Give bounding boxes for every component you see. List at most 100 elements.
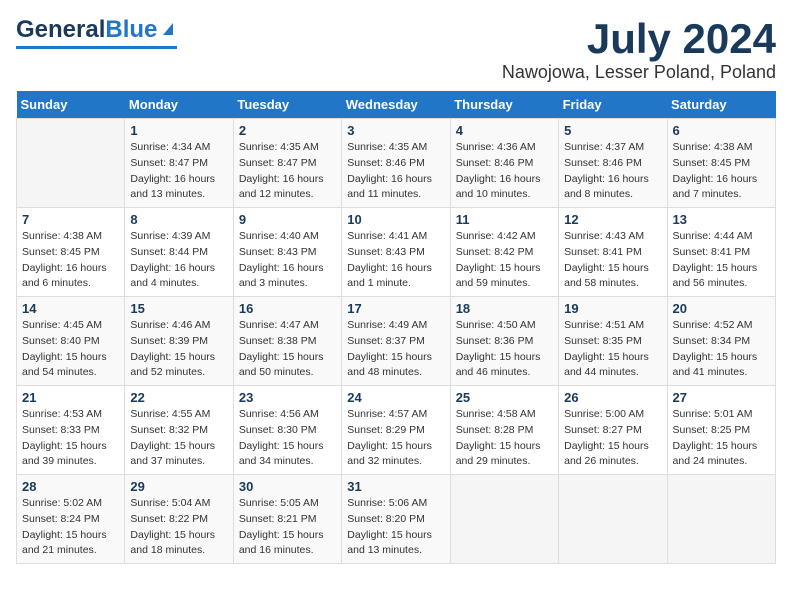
- day-cell: [667, 475, 775, 564]
- week-row-3: 14Sunrise: 4:45 AMSunset: 8:40 PMDayligh…: [17, 297, 776, 386]
- day-cell: 9 Sunrise: 4:40 AMSunset: 8:43 PMDaylight…: [233, 208, 341, 297]
- day-cell: 24 Sunrise: 4:57 AMSunset: 8:29 PMDayligh…: [342, 386, 450, 475]
- calendar-table: SundayMondayTuesdayWednesdayThursdayFrid…: [16, 91, 776, 564]
- main-title: July 2024: [502, 16, 776, 62]
- logo: General Blue: [16, 16, 177, 49]
- day-cell: 16Sunrise: 4:47 AMSunset: 8:38 PMDayligh…: [233, 297, 341, 386]
- day-number: 27: [673, 390, 770, 405]
- day-info: Sunrise: 5:00 AMSunset: 8:27 PMDaylight:…: [564, 407, 661, 470]
- day-number: 12: [564, 212, 661, 227]
- day-number: 2: [239, 123, 336, 138]
- day-info: Sunrise: 4:39 AMSunset: 8:44 PMDaylight:…: [130, 229, 227, 292]
- day-cell: 22 Sunrise: 4:55 AMSunset: 8:32 PMDayligh…: [125, 386, 233, 475]
- day-cell: 5 Sunrise: 4:37 AMSunset: 8:46 PMDaylight…: [559, 119, 667, 208]
- day-info: Sunrise: 5:05 AMSunset: 8:21 PMDaylight:…: [239, 496, 336, 559]
- header-cell-wednesday: Wednesday: [342, 91, 450, 119]
- day-info: Sunrise: 4:37 AMSunset: 8:46 PMDaylight:…: [564, 140, 661, 203]
- day-info: Sunrise: 4:58 AMSunset: 8:28 PMDaylight:…: [456, 407, 553, 470]
- day-cell: 27Sunrise: 5:01 AMSunset: 8:25 PMDayligh…: [667, 386, 775, 475]
- day-info: Sunrise: 4:50 AMSunset: 8:36 PMDaylight:…: [456, 318, 553, 381]
- header-cell-thursday: Thursday: [450, 91, 558, 119]
- day-info: Sunrise: 5:04 AMSunset: 8:22 PMDaylight:…: [130, 496, 227, 559]
- day-info: Sunrise: 4:55 AMSunset: 8:32 PMDaylight:…: [130, 407, 227, 470]
- day-number: 17: [347, 301, 444, 316]
- week-row-4: 21Sunrise: 4:53 AMSunset: 8:33 PMDayligh…: [17, 386, 776, 475]
- day-cell: 28Sunrise: 5:02 AMSunset: 8:24 PMDayligh…: [17, 475, 125, 564]
- day-info: Sunrise: 4:42 AMSunset: 8:42 PMDaylight:…: [456, 229, 553, 292]
- day-number: 25: [456, 390, 553, 405]
- day-number: 6: [673, 123, 770, 138]
- day-number: 22: [130, 390, 227, 405]
- day-number: 29: [130, 479, 227, 494]
- day-number: 30: [239, 479, 336, 494]
- calendar-header: SundayMondayTuesdayWednesdayThursdayFrid…: [17, 91, 776, 119]
- day-cell: 11Sunrise: 4:42 AMSunset: 8:42 PMDayligh…: [450, 208, 558, 297]
- week-row-1: 1 Sunrise: 4:34 AMSunset: 8:47 PMDaylight…: [17, 119, 776, 208]
- logo-triangle-icon: [159, 19, 177, 37]
- day-info: Sunrise: 4:34 AMSunset: 8:47 PMDaylight:…: [130, 140, 227, 203]
- day-info: Sunrise: 4:53 AMSunset: 8:33 PMDaylight:…: [22, 407, 119, 470]
- day-info: Sunrise: 5:06 AMSunset: 8:20 PMDaylight:…: [347, 496, 444, 559]
- day-info: Sunrise: 4:44 AMSunset: 8:41 PMDaylight:…: [673, 229, 770, 292]
- day-number: 9: [239, 212, 336, 227]
- day-info: Sunrise: 4:49 AMSunset: 8:37 PMDaylight:…: [347, 318, 444, 381]
- header-cell-saturday: Saturday: [667, 91, 775, 119]
- day-info: Sunrise: 4:36 AMSunset: 8:46 PMDaylight:…: [456, 140, 553, 203]
- day-cell: 2 Sunrise: 4:35 AMSunset: 8:47 PMDaylight…: [233, 119, 341, 208]
- day-cell: [559, 475, 667, 564]
- day-cell: 18Sunrise: 4:50 AMSunset: 8:36 PMDayligh…: [450, 297, 558, 386]
- day-cell: [450, 475, 558, 564]
- day-cell: 25 Sunrise: 4:58 AMSunset: 8:28 PMDayligh…: [450, 386, 558, 475]
- day-number: 4: [456, 123, 553, 138]
- calendar-body: 1 Sunrise: 4:34 AMSunset: 8:47 PMDaylight…: [17, 119, 776, 564]
- day-cell: 26Sunrise: 5:00 AMSunset: 8:27 PMDayligh…: [559, 386, 667, 475]
- page-header: General Blue July 2024 Nawojowa, Lesser …: [16, 16, 776, 83]
- day-number: 24: [347, 390, 444, 405]
- week-row-5: 28Sunrise: 5:02 AMSunset: 8:24 PMDayligh…: [17, 475, 776, 564]
- day-number: 1: [130, 123, 227, 138]
- day-info: Sunrise: 4:52 AMSunset: 8:34 PMDaylight:…: [673, 318, 770, 381]
- day-info: Sunrise: 4:38 AMSunset: 8:45 PMDaylight:…: [673, 140, 770, 203]
- day-number: 20: [673, 301, 770, 316]
- header-cell-sunday: Sunday: [17, 91, 125, 119]
- day-info: Sunrise: 4:35 AMSunset: 8:47 PMDaylight:…: [239, 140, 336, 203]
- day-cell: 12Sunrise: 4:43 AMSunset: 8:41 PMDayligh…: [559, 208, 667, 297]
- day-cell: 4 Sunrise: 4:36 AMSunset: 8:46 PMDaylight…: [450, 119, 558, 208]
- day-number: 5: [564, 123, 661, 138]
- day-info: Sunrise: 5:02 AMSunset: 8:24 PMDaylight:…: [22, 496, 119, 559]
- day-cell: 17 Sunrise: 4:49 AMSunset: 8:37 PMDayligh…: [342, 297, 450, 386]
- header-cell-friday: Friday: [559, 91, 667, 119]
- day-number: 19: [564, 301, 661, 316]
- day-cell: 13Sunrise: 4:44 AMSunset: 8:41 PMDayligh…: [667, 208, 775, 297]
- day-cell: 14Sunrise: 4:45 AMSunset: 8:40 PMDayligh…: [17, 297, 125, 386]
- day-cell: 3Sunrise: 4:35 AMSunset: 8:46 PMDaylight…: [342, 119, 450, 208]
- day-cell: 10 Sunrise: 4:41 AMSunset: 8:43 PMDayligh…: [342, 208, 450, 297]
- day-info: Sunrise: 4:41 AMSunset: 8:43 PMDaylight:…: [347, 229, 444, 292]
- header-cell-tuesday: Tuesday: [233, 91, 341, 119]
- day-number: 31: [347, 479, 444, 494]
- day-info: Sunrise: 4:45 AMSunset: 8:40 PMDaylight:…: [22, 318, 119, 381]
- header-row: SundayMondayTuesdayWednesdayThursdayFrid…: [17, 91, 776, 119]
- day-cell: 29 Sunrise: 5:04 AMSunset: 8:22 PMDayligh…: [125, 475, 233, 564]
- day-info: Sunrise: 4:47 AMSunset: 8:38 PMDaylight:…: [239, 318, 336, 381]
- day-info: Sunrise: 4:56 AMSunset: 8:30 PMDaylight:…: [239, 407, 336, 470]
- day-number: 8: [130, 212, 227, 227]
- day-number: 3: [347, 123, 444, 138]
- day-info: Sunrise: 4:38 AMSunset: 8:45 PMDaylight:…: [22, 229, 119, 292]
- day-cell: [17, 119, 125, 208]
- title-block: July 2024 Nawojowa, Lesser Poland, Polan…: [502, 16, 776, 83]
- day-cell: 21Sunrise: 4:53 AMSunset: 8:33 PMDayligh…: [17, 386, 125, 475]
- day-number: 23: [239, 390, 336, 405]
- header-cell-monday: Monday: [125, 91, 233, 119]
- day-cell: 19Sunrise: 4:51 AMSunset: 8:35 PMDayligh…: [559, 297, 667, 386]
- day-info: Sunrise: 4:40 AMSunset: 8:43 PMDaylight:…: [239, 229, 336, 292]
- subtitle: Nawojowa, Lesser Poland, Poland: [502, 62, 776, 83]
- day-info: Sunrise: 4:57 AMSunset: 8:29 PMDaylight:…: [347, 407, 444, 470]
- day-cell: 7Sunrise: 4:38 AMSunset: 8:45 PMDaylight…: [17, 208, 125, 297]
- logo-general: General: [16, 16, 105, 44]
- day-cell: 30 Sunrise: 5:05 AMSunset: 8:21 PMDayligh…: [233, 475, 341, 564]
- day-number: 10: [347, 212, 444, 227]
- week-row-2: 7Sunrise: 4:38 AMSunset: 8:45 PMDaylight…: [17, 208, 776, 297]
- day-cell: 20 Sunrise: 4:52 AMSunset: 8:34 PMDayligh…: [667, 297, 775, 386]
- day-cell: 23 Sunrise: 4:56 AMSunset: 8:30 PMDayligh…: [233, 386, 341, 475]
